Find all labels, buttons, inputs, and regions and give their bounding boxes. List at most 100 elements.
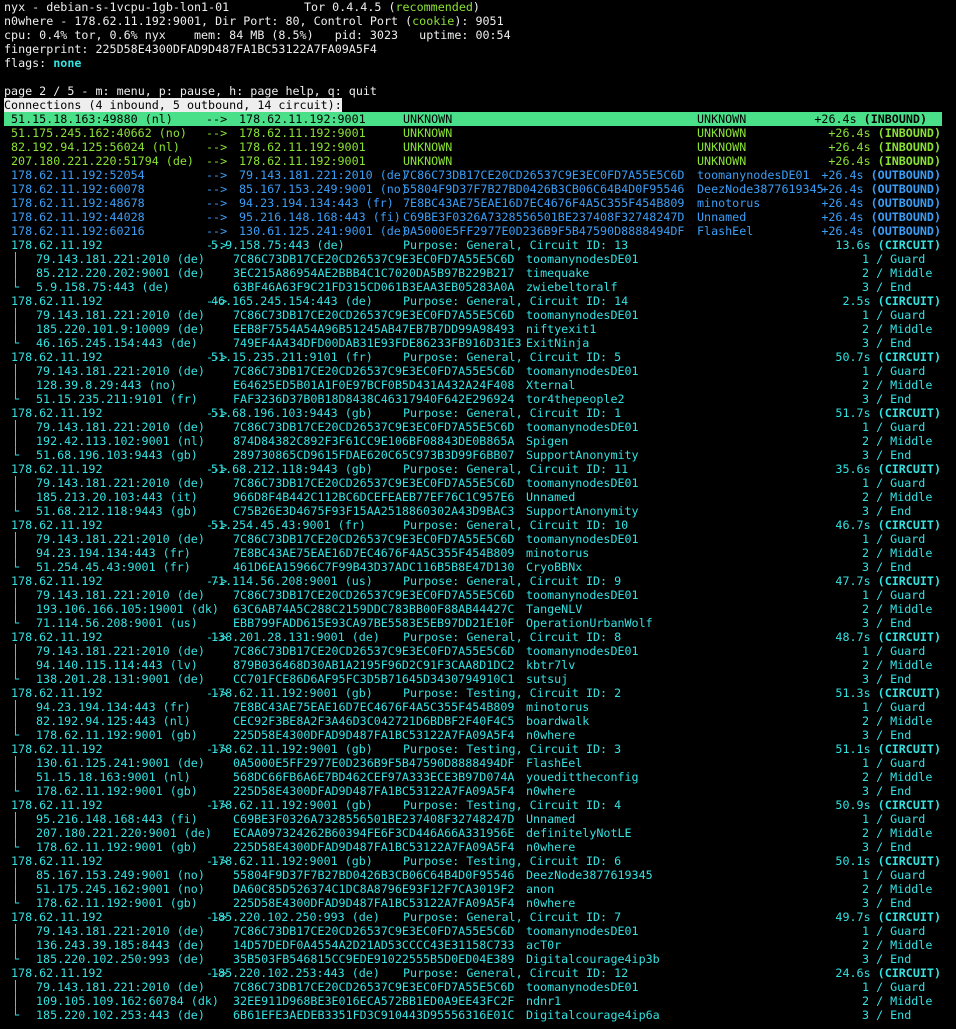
connection-list[interactable]: 51.15.18.163:49880 (nl) --> 178.62.11.192:… bbox=[4, 112, 956, 1022]
circuit-hop-row[interactable]: │ 94.140.115.114:443 (lv) 879B036468D30AB1… bbox=[4, 658, 956, 672]
circuit-hop-row[interactable]: │ 79.143.181.221:2010 (de) 7C86C73DB17CE20… bbox=[4, 644, 956, 658]
circuit-hop-row[interactable]: │ 136.243.39.185:8443 (de) 14D57DEDF0A4554… bbox=[4, 938, 956, 952]
circuit-hop-row[interactable]: │ 185.213.20.103:443 (it) 966D8F4B442C112B… bbox=[4, 490, 956, 504]
connection-row[interactable]: 178.62.11.192:60078 --> 85.167.153.249:900… bbox=[4, 182, 956, 196]
circuit-hop-row[interactable]: └ 51.254.45.43:9001 (fr) 461D6EA15966C7F99… bbox=[4, 560, 956, 574]
circuit-hop-row[interactable]: │ 79.143.181.221:2010 (de) 7C86C73DB17CE20… bbox=[4, 252, 956, 266]
circuit-hop-row[interactable]: │ 193.106.166.105:19001 (dk) 63C6AB74A5C28… bbox=[4, 602, 956, 616]
circuit-hop-row[interactable]: │ 130.61.125.241:9001 (de) 0A5000E5FF2977E… bbox=[4, 756, 956, 770]
connection-row[interactable]: 51.175.245.162:40662 (no) --> 178.62.11.19… bbox=[4, 126, 956, 140]
conn-time: 50.9s bbox=[835, 798, 878, 812]
conn-type: (CIRCUIT) bbox=[877, 350, 941, 364]
hop-fingerprint: FAF3236D37B0B18D8438C46317940F642E296924 bbox=[233, 392, 515, 406]
circuit-row[interactable]: 178.62.11.192 --> 71.114.56.208:9001 (us) P… bbox=[4, 574, 956, 588]
tree-connector: │ bbox=[12, 434, 20, 448]
circuit-row[interactable]: 178.62.11.192 --> 51.15.235.211:9101 (fr) P… bbox=[4, 350, 956, 364]
circuit-hop-row[interactable]: │ 95.216.148.168:443 (fi) C69BE3F0326A7328… bbox=[4, 812, 956, 826]
circuit-hop-row[interactable]: │ 128.39.8.29:443 (no) E64625ED5B01A1F0E97… bbox=[4, 378, 956, 392]
connection-row[interactable]: 178.62.11.192:52054 --> 79.143.181.221:201… bbox=[4, 168, 956, 182]
circuit-hop-row[interactable]: └ 178.62.11.192:9001 (gb) 225D58E4300DFAD9… bbox=[4, 784, 956, 798]
hop-role: 2 / Middle bbox=[862, 266, 933, 280]
circuit-source: 178.62.11.192 bbox=[11, 854, 103, 868]
circuit-row[interactable]: 178.62.11.192 --> 178.62.11.192:9001 (gb) P… bbox=[4, 798, 956, 812]
circuit-hop-row[interactable]: └ 5.9.158.75:443 (de) 63BF46A63F9C21FD315C… bbox=[4, 280, 956, 294]
circuit-row[interactable]: 178.62.11.192 --> 178.62.11.192:9001 (gb) P… bbox=[4, 742, 956, 756]
hop-address: 185.220.101.9:10009 (de) bbox=[36, 322, 205, 336]
conn-fingerprint: UNKNOWN bbox=[403, 140, 453, 154]
circuit-purpose: Purpose: General, Circuit ID: 8 bbox=[403, 630, 622, 644]
circuit-hop-row[interactable]: │ 82.192.94.125:443 (nl) CEC92F3BE8A2F3A46… bbox=[4, 714, 956, 728]
connection-row[interactable]: 178.62.11.192:60216 --> 130.61.125.241:900… bbox=[4, 224, 956, 238]
circuit-hop-row[interactable]: │ 79.143.181.221:2010 (de) 7C86C73DB17CE20… bbox=[4, 588, 956, 602]
connection-row[interactable]: 178.62.11.192:48678 --> 94.23.194.134:443 … bbox=[4, 196, 956, 210]
circuit-hop-row[interactable]: │ 51.15.18.163:9001 (nl) 568DC66FB6A6E7BD4… bbox=[4, 770, 956, 784]
circuit-hop-row[interactable]: │ 94.23.194.134:443 (fr) 7E8BC43AE75EAE16D… bbox=[4, 700, 956, 714]
circuit-hop-row[interactable]: └ 185.220.102.250:993 (de) 35B503FB546815C… bbox=[4, 952, 956, 966]
circuit-hop-row[interactable]: └ 51.68.196.103:9443 (gb) 289730865CD9615F… bbox=[4, 448, 956, 462]
hop-fingerprint: 7C86C73DB17CE20CD26537C9E3EC0FD7A55E5C6D bbox=[233, 308, 515, 322]
conn-time: 51.1s bbox=[835, 742, 878, 756]
conn-time: 35.6s bbox=[835, 462, 878, 476]
circuit-row[interactable]: 178.62.11.192 --> 185.220.102.250:993 (de)… bbox=[4, 910, 956, 924]
conn-type: (INBOUND) bbox=[863, 112, 927, 126]
circuit-hop-row[interactable]: └ 138.201.28.131:9001 (de) CC701FCE86D6AF9… bbox=[4, 672, 956, 686]
tree-connector: │ bbox=[12, 308, 20, 322]
circuit-hop-row[interactable]: └ 51.15.235.211:9101 (fr) FAF3236D37B0B18D… bbox=[4, 392, 956, 406]
conn-type: (CIRCUIT) bbox=[877, 854, 941, 868]
conn-type: (CIRCUIT) bbox=[877, 742, 941, 756]
circuit-row[interactable]: 178.62.11.192 --> 185.220.102.253:443 (de)… bbox=[4, 966, 956, 980]
hop-role: 2 / Middle bbox=[862, 490, 933, 504]
conn-time: 48.7s bbox=[835, 630, 878, 644]
circuit-row[interactable]: 178.62.11.192 --> 138.201.28.131:9001 (de)… bbox=[4, 630, 956, 644]
connection-row[interactable]: 51.15.18.163:49880 (nl) --> 178.62.11.192:… bbox=[4, 112, 942, 126]
circuit-hop-row[interactable]: │ 79.143.181.221:2010 (de) 7C86C73DB17CE20… bbox=[4, 476, 956, 490]
hop-fingerprint: 7E8BC43AE75EAE16D7EC4676F4A5C355F454B809 bbox=[233, 700, 515, 714]
circuit-row[interactable]: 178.62.11.192 --> 46.165.245.154:443 (de) P… bbox=[4, 294, 956, 308]
circuit-hop-row[interactable]: └ 178.62.11.192:9001 (gb) 225D58E4300DFAD9… bbox=[4, 840, 956, 854]
circuit-hop-row[interactable]: │ 192.42.113.102:9001 (nl) 874D84382C892F3… bbox=[4, 434, 956, 448]
circuit-hop-row[interactable]: │ 79.143.181.221:2010 (de) 7C86C73DB17CE20… bbox=[4, 364, 956, 378]
circuit-hop-row[interactable]: │ 79.143.181.221:2010 (de) 7C86C73DB17CE20… bbox=[4, 924, 956, 938]
conn-time: 50.1s bbox=[835, 854, 878, 868]
conn-time-type: 51.3s (CIRCUIT) bbox=[835, 686, 941, 700]
circuit-row[interactable]: 178.62.11.192 --> 5.9.158.75:443 (de) Purpo… bbox=[4, 238, 956, 252]
hop-nickname: Unnamed bbox=[526, 490, 576, 504]
circuit-hop-row[interactable]: │ 79.143.181.221:2010 (de) 7C86C73DB17CE20… bbox=[4, 308, 956, 322]
circuit-hop-row[interactable]: │ 109.105.109.162:60784 (dk) 32EE911D968BE… bbox=[4, 994, 956, 1008]
circuit-hop-row[interactable]: │ 79.143.181.221:2010 (de) 7C86C73DB17CE20… bbox=[4, 980, 956, 994]
circuit-hop-row[interactable]: │ 79.143.181.221:2010 (de) 7C86C73DB17CE20… bbox=[4, 532, 956, 546]
hop-fingerprint: ECAA097324262B60394FE6F3CD446A66A331956E bbox=[233, 826, 515, 840]
circuit-row[interactable]: 178.62.11.192 --> 178.62.11.192:9001 (gb) P… bbox=[4, 854, 956, 868]
conn-time: 49.7s bbox=[835, 910, 878, 924]
circuit-hop-row[interactable]: │ 185.220.101.9:10009 (de) EEB8F7554A54A96… bbox=[4, 322, 956, 336]
circuit-hop-row[interactable]: └ 51.68.212.118:9443 (gb) C75B26E3D4675F93… bbox=[4, 504, 956, 518]
circuit-hop-row[interactable]: └ 185.220.102.253:443 (de) 6B61EFE3AEDEB33… bbox=[4, 1008, 956, 1022]
connection-row[interactable]: 207.180.221.220:51794 (de) --> 178.62.11.1… bbox=[4, 154, 956, 168]
circuit-row[interactable]: 178.62.11.192 --> 178.62.11.192:9001 (gb) P… bbox=[4, 686, 956, 700]
circuit-hop-row[interactable]: │ 85.167.153.249:9001 (no) 55804F9D37F7B27… bbox=[4, 868, 956, 882]
circuit-hop-row[interactable]: └ 178.62.11.192:9001 (gb) 225D58E4300DFAD9… bbox=[4, 896, 956, 910]
conn-type: (CIRCUIT) bbox=[877, 574, 941, 588]
connection-row[interactable]: 178.62.11.192:44028 --> 95.216.148.168:443… bbox=[4, 210, 956, 224]
circuit-hop-row[interactable]: └ 71.114.56.208:9001 (us) EBB799FADD615E93… bbox=[4, 616, 956, 630]
conn-time-type: +26.4s (INBOUND) bbox=[828, 126, 941, 140]
circuit-row[interactable]: 178.62.11.192 --> 51.68.212.118:9443 (gb) P… bbox=[4, 462, 956, 476]
circuit-hop-row[interactable]: └ 46.165.245.154:443 (de) 749EF4A434DFD00D… bbox=[4, 336, 956, 350]
hop-fingerprint: 7E8BC43AE75EAE16D7EC4676F4A5C355F454B809 bbox=[233, 546, 515, 560]
conn-time: +26.4s bbox=[814, 112, 864, 126]
hop-address: 79.143.181.221:2010 (de) bbox=[36, 980, 205, 994]
circuit-hop-row[interactable]: │ 94.23.194.134:443 (fr) 7E8BC43AE75EAE16D… bbox=[4, 546, 956, 560]
circuit-row[interactable]: 178.62.11.192 --> 51.68.196.103:9443 (gb) P… bbox=[4, 406, 956, 420]
circuit-hop-row[interactable]: │ 207.180.221.220:9001 (de) ECAA097324262B… bbox=[4, 826, 956, 840]
conn-destination: 94.23.194.134:443 (fr) bbox=[239, 196, 394, 210]
circuit-row[interactable]: 178.62.11.192 --> 51.254.45.43:9001 (fr) Pu… bbox=[4, 518, 956, 532]
circuit-hop-row[interactable]: │ 85.212.220.202:9001 (de) 3EC215A86954AE2… bbox=[4, 266, 956, 280]
conn-type: (OUTBOUND) bbox=[870, 196, 941, 210]
circuit-hop-row[interactable]: └ 178.62.11.192:9001 (gb) 225D58E4300DFAD9… bbox=[4, 728, 956, 742]
tree-connector: └ bbox=[12, 616, 20, 630]
circuit-hop-row[interactable]: │ 51.175.245.162:9001 (no) DA60C85D526374C… bbox=[4, 882, 956, 896]
circuit-source: 178.62.11.192 bbox=[11, 294, 103, 308]
connection-row[interactable]: 82.192.94.125:56024 (nl) --> 178.62.11.192… bbox=[4, 140, 956, 154]
circuit-hop-row[interactable]: │ 79.143.181.221:2010 (de) 7C86C73DB17CE20… bbox=[4, 420, 956, 434]
